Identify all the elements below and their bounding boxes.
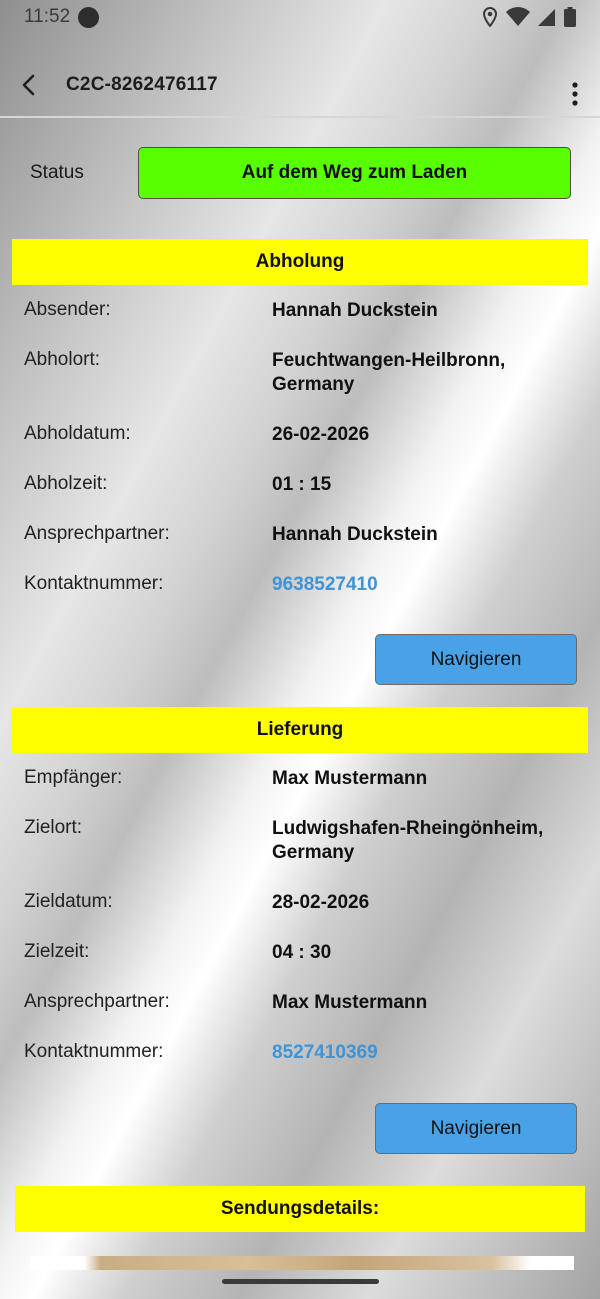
status-label: Status xyxy=(30,162,84,183)
overflow-menu-button[interactable] xyxy=(550,64,600,124)
delivery-contact-value: Max Mustermann xyxy=(272,992,428,1013)
status-badge: Auf dem Weg zum Laden xyxy=(138,147,571,199)
delivery-location-value: Ludwigshafen-Rheingönheim, Germany xyxy=(272,818,544,863)
status-icons xyxy=(482,7,576,27)
more-vert-icon xyxy=(572,82,578,106)
shipment-details-header: Sendungsdetails: xyxy=(15,1186,585,1232)
recipient-value: Max Mustermann xyxy=(272,768,428,789)
wifi-icon xyxy=(506,7,530,27)
notification-dot-icon xyxy=(78,6,100,28)
pickup-date-value: 26-02-2026 xyxy=(272,424,370,445)
recipient-label: Empfänger: xyxy=(24,767,123,788)
delivery-contact-label: Ansprechpartner: xyxy=(24,991,170,1012)
signal-icon xyxy=(538,9,555,26)
location-icon xyxy=(482,7,498,27)
delivery-navigate-button[interactable]: Navigieren xyxy=(375,1103,577,1154)
pickup-phone-label: Kontaktnummer: xyxy=(24,573,164,594)
pickup-time-value: 01 : 15 xyxy=(272,474,332,495)
delivery-phone-link[interactable]: 8527410369 xyxy=(272,1041,572,1065)
page-title: C2C-8262476117 xyxy=(66,74,218,95)
sender-label: Absender: xyxy=(24,299,111,320)
pickup-time-label: Abholzeit: xyxy=(24,473,108,494)
pickup-contact-label: Ansprechpartner: xyxy=(24,523,170,544)
battery-icon xyxy=(564,7,576,27)
pickup-phone-link[interactable]: 9638527410 xyxy=(272,573,572,597)
pickup-section-header: Abholung xyxy=(12,239,588,285)
delivery-phone-label: Kontaktnummer: xyxy=(24,1041,164,1062)
status-row: Status Auf dem Weg zum Laden xyxy=(0,147,600,199)
delivery-section-header: Lieferung xyxy=(12,707,588,753)
delivery-time-label: Zielzeit: xyxy=(24,941,90,962)
delivery-date-label: Zieldatum: xyxy=(24,891,113,912)
home-indicator[interactable] xyxy=(222,1279,379,1284)
pickup-location-label: Abholort: xyxy=(24,349,101,370)
status-bar: 11:52 xyxy=(0,0,600,34)
pickup-contact-value: Hannah Duckstein xyxy=(272,524,438,545)
pickup-location-value: Feuchtwangen-Heilbronn, Germany xyxy=(272,350,506,395)
back-arrow-icon xyxy=(22,74,35,96)
delivery-location-label: Zielort: xyxy=(24,817,83,838)
shipment-photo[interactable] xyxy=(30,1256,574,1270)
delivery-time-value: 04 : 30 xyxy=(272,942,332,963)
sender-value: Hannah Duckstein xyxy=(272,300,438,321)
pickup-navigate-button[interactable]: Navigieren xyxy=(375,634,577,685)
clock: 11:52 xyxy=(24,6,71,27)
delivery-date-value: 28-02-2026 xyxy=(272,892,370,913)
back-button[interactable] xyxy=(0,55,56,115)
app-bar: C2C-8262476117 xyxy=(0,54,600,118)
pickup-date-label: Abholdatum: xyxy=(24,423,131,444)
